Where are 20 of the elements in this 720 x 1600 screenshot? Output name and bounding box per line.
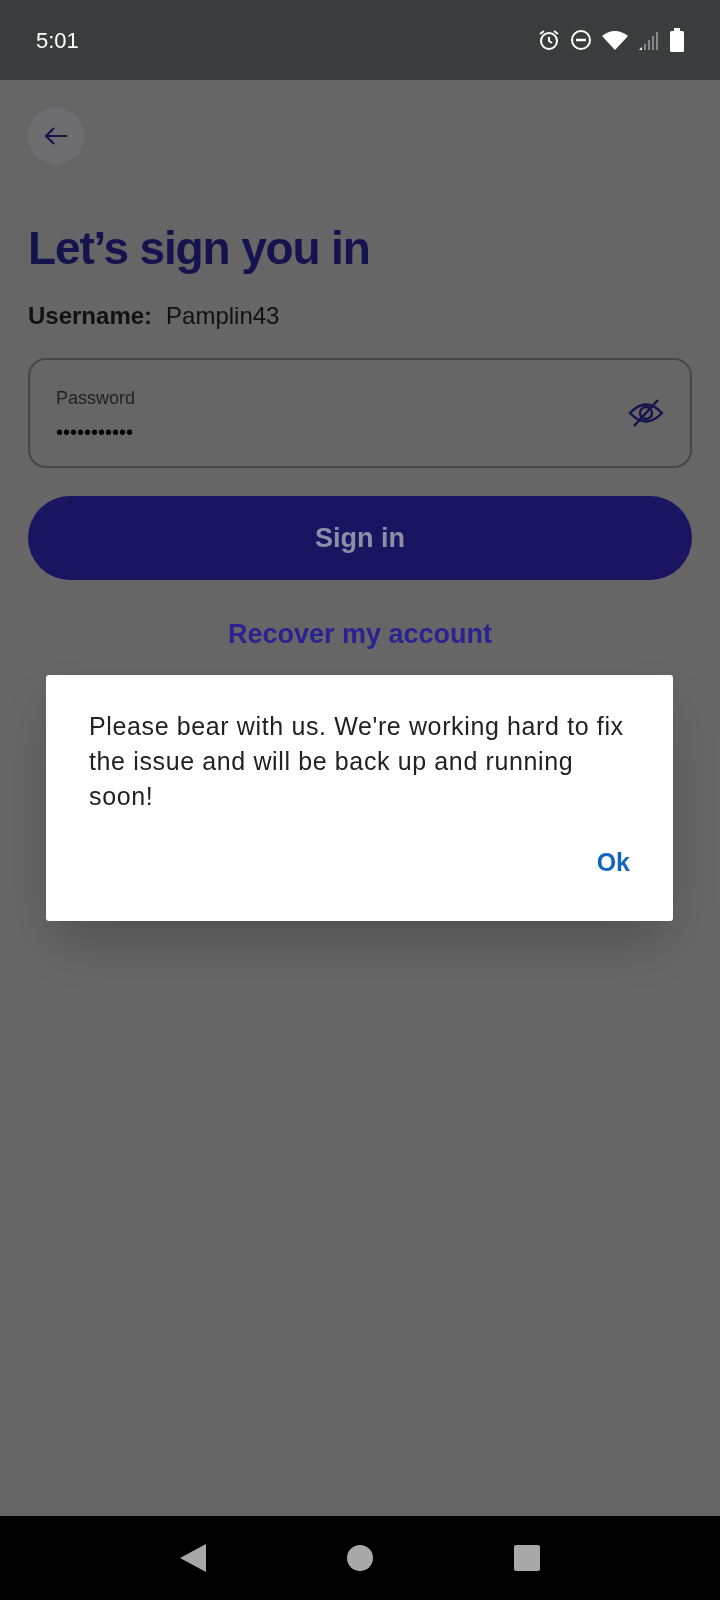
page-title: Let’s sign you in bbox=[28, 221, 371, 276]
status-time: 5:01 bbox=[36, 26, 79, 55]
back-nav-icon[interactable] bbox=[180, 1544, 207, 1572]
username-label: Username: bbox=[28, 301, 153, 331]
do-not-disturb-icon bbox=[570, 29, 592, 51]
back-arrow-icon bbox=[44, 126, 68, 146]
recents-nav-icon[interactable] bbox=[513, 1545, 540, 1571]
battery-icon bbox=[670, 28, 684, 52]
password-value: ••••••••••• bbox=[56, 421, 135, 442]
eye-slash-icon[interactable] bbox=[628, 398, 664, 428]
ok-button[interactable]: Ok bbox=[586, 840, 640, 886]
dialog-message: Please bear with us. We're working hard to fix the issue and will be back up and running soon! bbox=[89, 711, 625, 812]
wifi-icon bbox=[602, 30, 628, 50]
username-value: Pamplin43 bbox=[166, 301, 280, 331]
password-field[interactable]: Password ••••••••••• bbox=[28, 358, 692, 468]
alarm-icon bbox=[538, 29, 560, 51]
home-nav-icon[interactable] bbox=[347, 1545, 373, 1571]
password-label: Password bbox=[56, 386, 136, 410]
signal-icon bbox=[638, 29, 660, 51]
sign-in-button[interactable]: Sign in bbox=[28, 496, 692, 580]
